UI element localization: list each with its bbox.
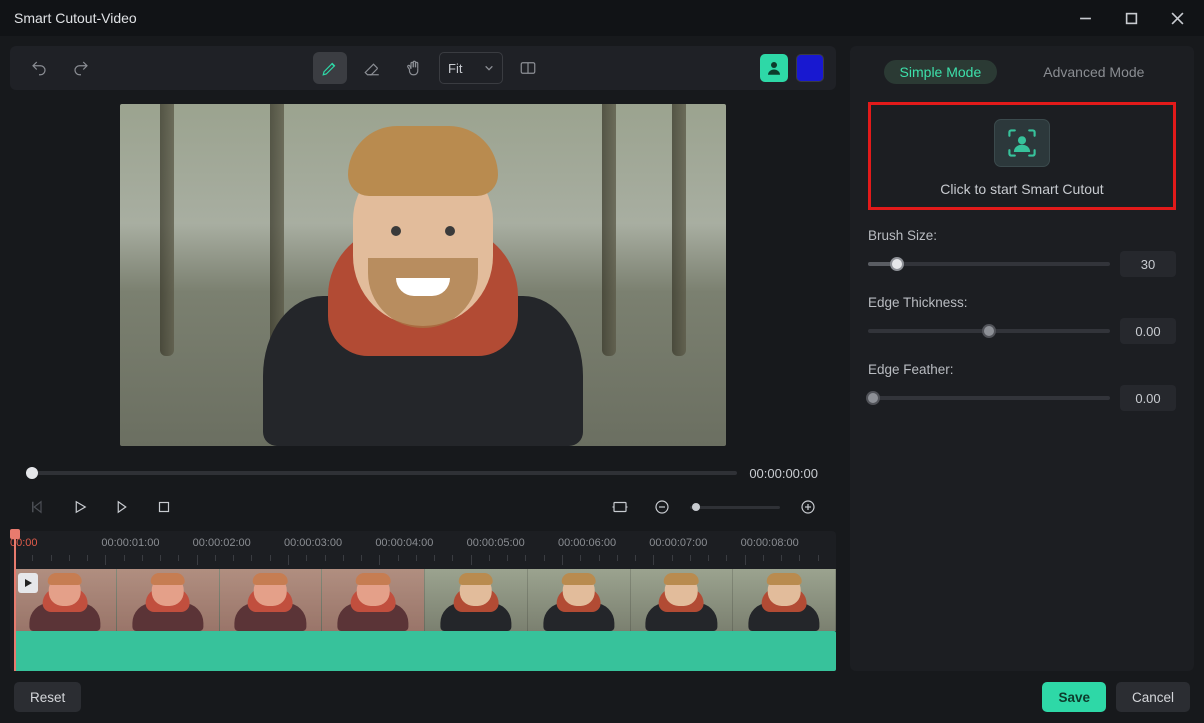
footer: Reset Save Cancel xyxy=(0,671,1204,723)
smart-cutout-label: Click to start Smart Cutout xyxy=(940,181,1103,197)
mark-range-button[interactable] xyxy=(606,493,634,521)
cancel-button[interactable]: Cancel xyxy=(1116,682,1190,712)
edge-feather-value[interactable]: 0.00 xyxy=(1120,385,1176,411)
brush-size-slider[interactable] xyxy=(868,255,1110,273)
seek-knob[interactable] xyxy=(26,467,38,479)
zoom-knob[interactable] xyxy=(692,503,700,511)
redo-button[interactable] xyxy=(64,52,98,84)
main-area: Fit xyxy=(0,36,1204,671)
timeline-thumb xyxy=(117,569,220,631)
timeline-label: 00:00:04:00 xyxy=(375,537,433,549)
mode-switch: Simple Mode Advanced Mode xyxy=(868,60,1176,84)
timeline-label: 00:00:03:00 xyxy=(284,537,342,549)
chevron-down-icon xyxy=(484,63,494,73)
brush-size-label: Brush Size: xyxy=(868,228,1176,243)
zoom-in-button[interactable] xyxy=(794,493,822,521)
timeline-thumb xyxy=(733,569,836,631)
timecode-display: 00:00:00:00 xyxy=(749,466,818,481)
timeline-label: 00:00:07:00 xyxy=(649,537,707,549)
smart-cutout-callout: Click to start Smart Cutout xyxy=(868,102,1176,210)
timeline-thumb xyxy=(528,569,631,631)
timeline-ruler[interactable]: 00:00 00:00:01:00 00:00:02:00 00:00:03:0… xyxy=(10,537,836,565)
timeline-label: 00:00:01:00 xyxy=(101,537,159,549)
start-smart-cutout-button[interactable] xyxy=(994,119,1050,167)
edge-thickness-control: Edge Thickness: 0.00 xyxy=(868,295,1176,344)
timeline-label: 00:00:08:00 xyxy=(741,537,799,549)
save-button[interactable]: Save xyxy=(1042,682,1106,712)
brush-size-control: Brush Size: 30 xyxy=(868,228,1176,277)
left-column: Fit xyxy=(10,46,836,671)
timeline-thumb xyxy=(631,569,734,631)
minimize-button[interactable] xyxy=(1076,9,1094,27)
timeline-thumbnails[interactable] xyxy=(14,569,836,631)
playback-controls xyxy=(10,487,836,527)
simple-mode-tab[interactable]: Simple Mode xyxy=(884,60,998,84)
window-title: Smart Cutout-Video xyxy=(14,10,137,26)
preview-toolbar: Fit xyxy=(10,46,836,90)
window-buttons xyxy=(1076,9,1196,27)
app-window: Smart Cutout-Video Fit xyxy=(0,0,1204,723)
brush-tool-button[interactable] xyxy=(313,52,347,84)
timeline-thumb xyxy=(322,569,425,631)
advanced-mode-tab[interactable]: Advanced Mode xyxy=(1027,60,1160,84)
timeline-thumb xyxy=(425,569,528,631)
edge-thickness-slider[interactable] xyxy=(868,322,1110,340)
prev-frame-button[interactable] xyxy=(24,493,52,521)
timeline: 00:00 00:00:01:00 00:00:02:00 00:00:03:0… xyxy=(10,531,836,671)
eraser-tool-button[interactable] xyxy=(355,52,389,84)
timeline-label: 00:00 xyxy=(10,537,38,549)
zoom-slider[interactable] xyxy=(690,506,780,509)
reset-button[interactable]: Reset xyxy=(14,682,81,712)
zoom-fit-dropdown[interactable]: Fit xyxy=(439,52,503,84)
stop-button[interactable] xyxy=(150,493,178,521)
edge-thickness-label: Edge Thickness: xyxy=(868,295,1176,310)
edge-feather-label: Edge Feather: xyxy=(868,362,1176,377)
next-frame-button[interactable] xyxy=(108,493,136,521)
clip-play-icon xyxy=(18,573,38,593)
timeline-label: 00:00:06:00 xyxy=(558,537,616,549)
background-color-swatch[interactable] xyxy=(796,54,824,82)
video-preview[interactable] xyxy=(120,104,726,446)
seek-bar: 00:00:00:00 xyxy=(10,459,836,487)
brush-size-value[interactable]: 30 xyxy=(1120,251,1176,277)
foreground-preview-toggle[interactable] xyxy=(760,54,788,82)
smart-cutout-icon xyxy=(1004,125,1040,161)
hand-tool-button[interactable] xyxy=(397,52,431,84)
play-button[interactable] xyxy=(66,493,94,521)
timeline-label: 00:00:02:00 xyxy=(193,537,251,549)
preview-viewport xyxy=(10,90,836,459)
timeline-thumb xyxy=(220,569,323,631)
title-bar: Smart Cutout-Video xyxy=(0,0,1204,36)
compare-view-button[interactable] xyxy=(511,52,545,84)
edge-feather-slider[interactable] xyxy=(868,389,1110,407)
settings-panel: Simple Mode Advanced Mode Click to start… xyxy=(850,46,1194,671)
timeline-clip-track[interactable] xyxy=(14,631,836,671)
undo-button[interactable] xyxy=(22,52,56,84)
seek-track[interactable] xyxy=(28,471,737,475)
edge-thickness-value[interactable]: 0.00 xyxy=(1120,318,1176,344)
edge-feather-control: Edge Feather: 0.00 xyxy=(868,362,1176,411)
zoom-fit-label: Fit xyxy=(448,61,462,76)
zoom-out-button[interactable] xyxy=(648,493,676,521)
timeline-label: 00:00:05:00 xyxy=(467,537,525,549)
maximize-button[interactable] xyxy=(1122,9,1140,27)
close-button[interactable] xyxy=(1168,9,1186,27)
